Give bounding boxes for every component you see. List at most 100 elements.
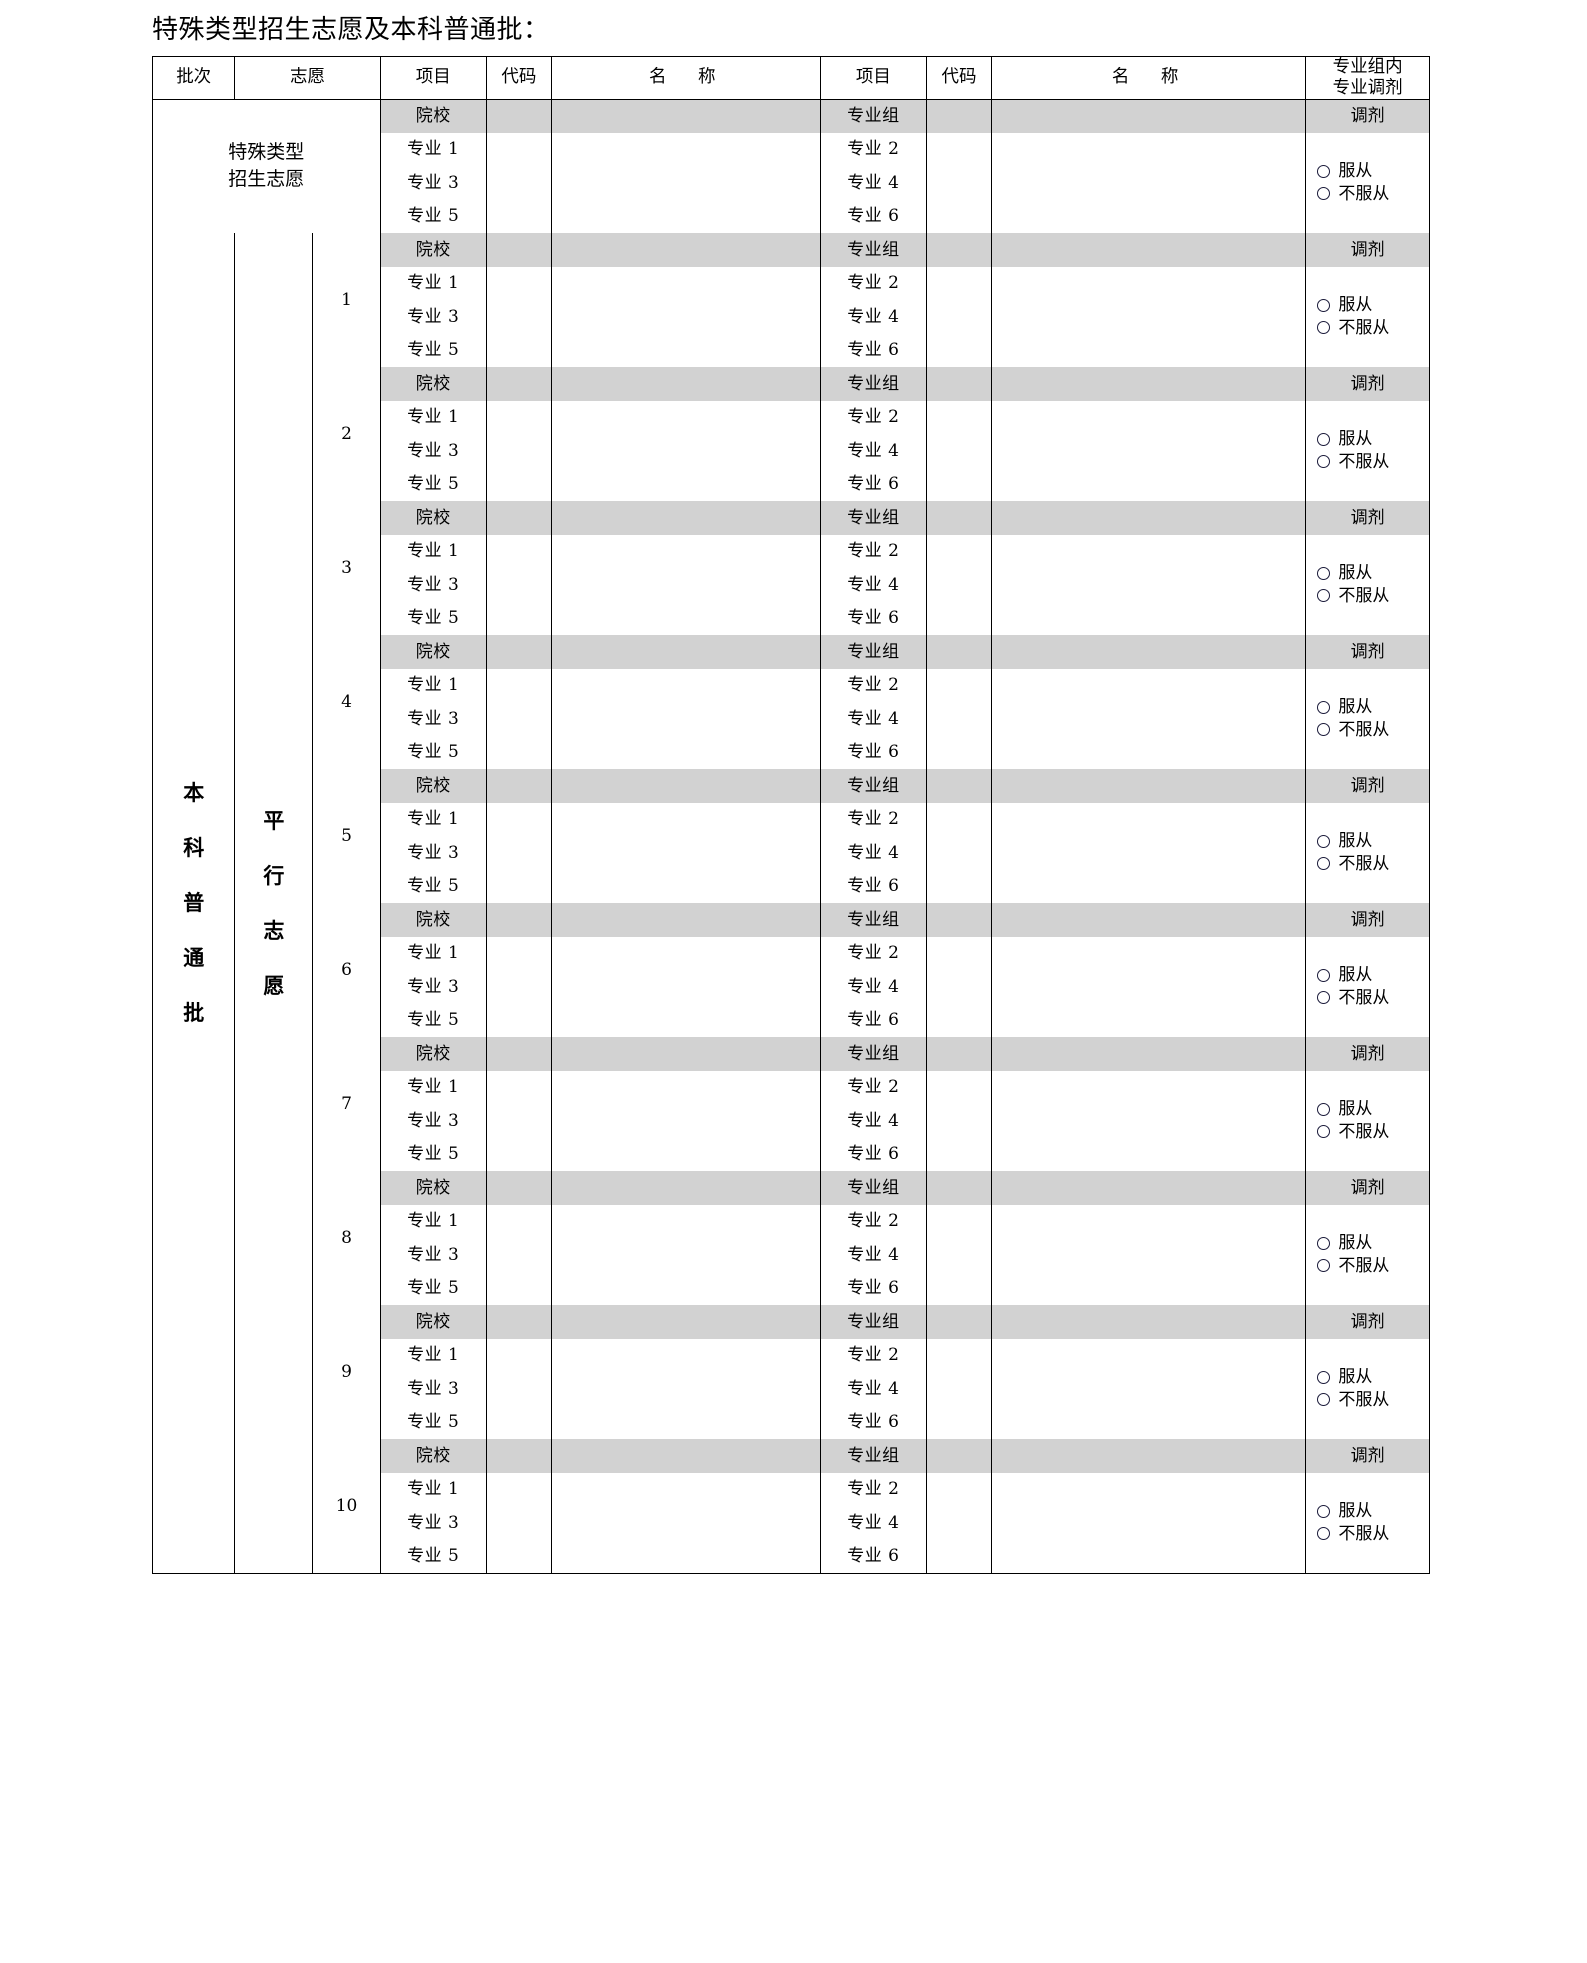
name-field-left[interactable] [550,199,821,233]
name-field-left[interactable] [550,132,821,166]
code-field-left[interactable] [485,668,552,702]
code-field-right[interactable] [925,1104,992,1138]
radio-option-not-obey[interactable]: 不服从 [1317,1523,1389,1545]
code-field-left[interactable] [485,1204,552,1238]
name-field-left[interactable] [550,1405,821,1439]
radio-circle-icon[interactable] [1317,1527,1331,1541]
code-field-right[interactable] [925,266,992,300]
code-field-left[interactable] [485,501,552,535]
code-field-left[interactable] [485,1037,552,1071]
name-field-right[interactable] [990,1372,1307,1406]
name-field-right[interactable] [990,1539,1307,1573]
name-field-left[interactable] [550,233,821,267]
code-field-left[interactable] [485,367,552,401]
radio-option-not-obey[interactable]: 不服从 [1317,317,1389,339]
code-field-right[interactable] [925,1372,992,1406]
code-field-left[interactable] [485,166,552,200]
code-field-left[interactable] [485,534,552,568]
radio-circle-icon[interactable] [1317,1393,1331,1407]
radio-circle-icon[interactable] [1317,835,1331,849]
name-field-left[interactable] [550,1506,821,1540]
code-field-left[interactable] [485,802,552,836]
radio-circle-icon[interactable] [1317,187,1331,201]
code-field-right[interactable] [925,601,992,635]
code-field-right[interactable] [925,936,992,970]
code-field-right[interactable] [925,400,992,434]
code-field-right[interactable] [925,1539,992,1573]
radio-option-obey[interactable]: 服从 [1317,830,1372,852]
code-field-left[interactable] [485,434,552,468]
name-field-left[interactable] [550,1338,821,1372]
code-field-right[interactable] [925,802,992,836]
code-field-left[interactable] [485,1338,552,1372]
name-field-right[interactable] [990,233,1307,267]
radio-option-obey[interactable]: 服从 [1317,1098,1372,1120]
name-field-left[interactable] [550,467,821,501]
name-field-right[interactable] [990,333,1307,367]
code-field-left[interactable] [485,99,552,133]
name-field-right[interactable] [990,434,1307,468]
code-field-right[interactable] [925,1204,992,1238]
radio-circle-icon[interactable] [1317,701,1331,715]
code-field-right[interactable] [925,132,992,166]
code-field-right[interactable] [925,869,992,903]
radio-option-obey[interactable]: 服从 [1317,294,1372,316]
radio-circle-icon[interactable] [1317,1237,1331,1251]
code-field-left[interactable] [485,769,552,803]
name-field-left[interactable] [550,400,821,434]
name-field-left[interactable] [550,903,821,937]
name-field-right[interactable] [990,668,1307,702]
name-field-left[interactable] [550,1070,821,1104]
code-field-right[interactable] [925,1037,992,1071]
code-field-left[interactable] [485,635,552,669]
name-field-right[interactable] [990,869,1307,903]
radio-option-not-obey[interactable]: 不服从 [1317,1389,1389,1411]
code-field-left[interactable] [485,199,552,233]
name-field-left[interactable] [550,1271,821,1305]
code-field-left[interactable] [485,1472,552,1506]
radio-circle-icon[interactable] [1317,991,1331,1005]
radio-circle-icon[interactable] [1317,165,1331,179]
code-field-right[interactable] [925,199,992,233]
code-field-left[interactable] [485,266,552,300]
code-field-left[interactable] [485,1539,552,1573]
name-field-left[interactable] [550,601,821,635]
code-field-right[interactable] [925,1271,992,1305]
name-field-right[interactable] [990,1037,1307,1071]
name-field-right[interactable] [990,735,1307,769]
code-field-left[interactable] [485,1271,552,1305]
name-field-right[interactable] [990,467,1307,501]
name-field-right[interactable] [990,99,1307,133]
name-field-left[interactable] [550,434,821,468]
name-field-left[interactable] [550,99,821,133]
radio-option-obey[interactable]: 服从 [1317,428,1372,450]
code-field-right[interactable] [925,1171,992,1205]
name-field-left[interactable] [550,1104,821,1138]
code-field-right[interactable] [925,635,992,669]
code-field-left[interactable] [485,1070,552,1104]
radio-circle-icon[interactable] [1317,1125,1331,1139]
name-field-left[interactable] [550,1305,821,1339]
name-field-left[interactable] [550,568,821,602]
name-field-right[interactable] [990,1472,1307,1506]
code-field-left[interactable] [485,869,552,903]
code-field-right[interactable] [925,300,992,334]
name-field-right[interactable] [990,1439,1307,1473]
code-field-right[interactable] [925,1405,992,1439]
code-field-left[interactable] [485,702,552,736]
code-field-left[interactable] [485,601,552,635]
code-field-right[interactable] [925,501,992,535]
name-field-right[interactable] [990,802,1307,836]
name-field-left[interactable] [550,668,821,702]
radio-circle-icon[interactable] [1317,433,1331,447]
code-field-left[interactable] [485,1439,552,1473]
name-field-right[interactable] [990,970,1307,1004]
radio-circle-icon[interactable] [1317,321,1331,335]
name-field-right[interactable] [990,903,1307,937]
radio-option-not-obey[interactable]: 不服从 [1317,585,1389,607]
code-field-left[interactable] [485,400,552,434]
name-field-left[interactable] [550,1204,821,1238]
name-field-left[interactable] [550,1003,821,1037]
name-field-right[interactable] [990,367,1307,401]
name-field-left[interactable] [550,266,821,300]
